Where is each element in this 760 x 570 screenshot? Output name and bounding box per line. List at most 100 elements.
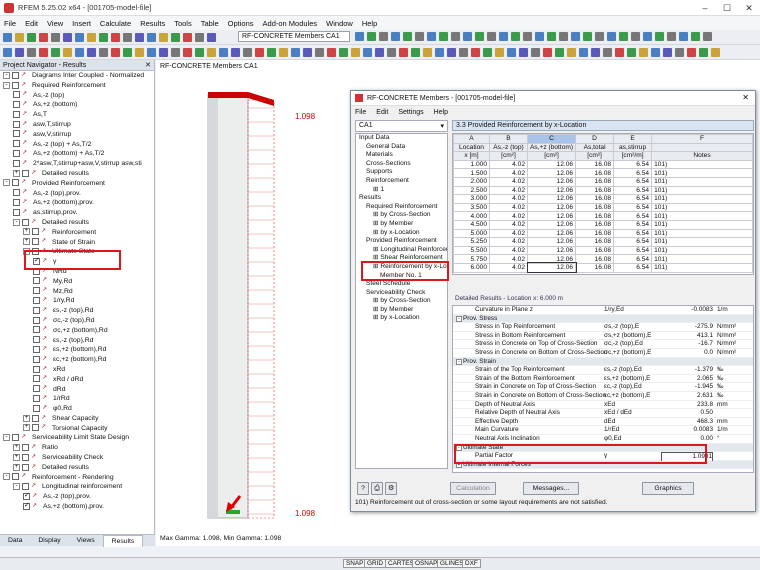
table-row[interactable]: 5.500 4.02 12.06 16.08 6.54 101)	[453, 245, 753, 256]
table-cell[interactable]: 16.08	[575, 168, 615, 178]
table-cell[interactable]: 16.08	[575, 159, 615, 170]
navigator-item[interactable]: ↗ εs,+z (bottom),Rd	[0, 345, 154, 355]
status-grid[interactable]: GRID	[364, 559, 386, 568]
checkbox[interactable]	[32, 424, 39, 432]
table-row[interactable]: 5.000 4.02 12.06 16.08 6.54 101)	[453, 228, 753, 239]
toolbar-tool-icon[interactable]	[703, 32, 712, 41]
table-cell[interactable]: 4.02	[489, 262, 528, 273]
dialog-tree-item[interactable]: Required Reinforcement	[356, 203, 447, 212]
collapse-icon[interactable]: -	[3, 71, 10, 79]
toolbar-tool-icon[interactable]	[267, 47, 276, 57]
dialog-tree-item[interactable]: ⊞ by x-Location	[356, 229, 447, 238]
toolbar-tool-icon[interactable]	[699, 47, 708, 57]
toolbar-tool-icon[interactable]	[171, 32, 180, 42]
checkbox[interactable]	[13, 91, 20, 99]
menu-file[interactable]: File	[4, 19, 16, 28]
table-row[interactable]: 3.500 4.02 12.06 16.08 6.54 101)	[453, 202, 753, 213]
expand-icon[interactable]: +	[23, 414, 30, 422]
table-cell[interactable]: 101)	[651, 254, 753, 264]
expand-icon[interactable]: +	[23, 238, 30, 246]
toolbar-tool-icon[interactable]	[363, 47, 372, 57]
navigator-item[interactable]: + ↗ Detailed results	[0, 169, 154, 179]
toolbar-tool-icon[interactable]	[27, 32, 36, 42]
checkbox[interactable]	[33, 306, 40, 314]
toolbar-tool-icon[interactable]	[87, 47, 96, 57]
table-cell[interactable]: 101)	[651, 168, 753, 178]
toolbar-tool-icon[interactable]	[619, 32, 628, 41]
checkbox[interactable]	[33, 346, 40, 354]
toolbar-tool-icon[interactable]	[571, 32, 580, 41]
table-cell[interactable]: 6.54	[613, 219, 653, 230]
table-cell[interactable]: 101)	[651, 159, 753, 170]
toolbar-tool-icon[interactable]	[667, 32, 676, 41]
table-row[interactable]: 1.000 4.02 12.06 16.08 6.54 101)	[453, 159, 753, 170]
graphics-button[interactable]: Graphics	[642, 482, 694, 495]
toolbar-tool-icon[interactable]	[411, 47, 420, 57]
checkbox[interactable]	[22, 483, 29, 491]
toolbar-tool-icon[interactable]	[159, 32, 168, 42]
table-cell[interactable]: 4.02	[489, 254, 528, 264]
navigator-item[interactable]: ↗ εs,-z (top),Rd	[0, 306, 154, 316]
checkbox[interactable]	[22, 218, 29, 226]
checkbox[interactable]	[23, 501, 30, 511]
toolbar-tool-icon[interactable]	[315, 47, 324, 57]
table-cell[interactable]: 6.54	[613, 254, 653, 264]
navigator-item[interactable]: ↗ φ0,Rd	[0, 404, 154, 414]
toolbar-tool-icon[interactable]	[487, 32, 496, 41]
table-cell[interactable]: 12.06	[526, 262, 577, 273]
toolbar-tool-icon[interactable]	[291, 47, 300, 57]
dialog-menu-edit[interactable]: Edit	[376, 109, 388, 116]
expand-icon[interactable]: +	[13, 453, 20, 461]
navigator-item[interactable]: ↗ xRd	[0, 365, 154, 375]
table-cell[interactable]: 1.000	[453, 159, 490, 170]
checkbox[interactable]	[33, 316, 40, 324]
navigator-item[interactable]: ↗ As,-z (top) + As,T/2	[0, 140, 154, 150]
table-cell[interactable]: 16.08	[575, 228, 615, 239]
navigator-item[interactable]: ↗ As,-z (top)	[0, 91, 154, 101]
table-row[interactable]: 5.250 4.02 12.06 16.08 6.54 101)	[453, 237, 753, 247]
toolbar-tool-icon[interactable]	[367, 32, 376, 41]
checkbox[interactable]	[33, 287, 40, 295]
menu-add-on-modules[interactable]: Add-on Modules	[263, 19, 318, 28]
toolbar-tool-icon[interactable]	[607, 32, 616, 41]
toolbar-tool-icon[interactable]	[379, 32, 388, 41]
table-cell[interactable]: 101)	[651, 228, 753, 239]
toolbar-tool-icon[interactable]	[147, 32, 156, 42]
table-cell[interactable]: 16.08	[575, 219, 615, 230]
toolbar-tool-icon[interactable]	[583, 32, 592, 41]
dialog-tree-item[interactable]: Provided Reinforcement	[356, 237, 447, 246]
table-cell[interactable]: 12.06	[526, 219, 577, 230]
toolbar-tool-icon[interactable]	[495, 47, 504, 57]
checkbox[interactable]	[32, 228, 39, 236]
column-letter[interactable]: A	[453, 134, 490, 144]
checkbox[interactable]	[13, 199, 20, 207]
tab-display[interactable]: Display	[30, 537, 68, 544]
table-cell[interactable]: 101)	[651, 237, 753, 247]
menu-tools[interactable]: Tools	[174, 19, 192, 28]
print-icon[interactable]: ⎙	[371, 482, 383, 495]
table-row[interactable]: 6.000 4.02 12.06 16.08 6.54 101)	[453, 262, 753, 273]
navigator-item[interactable]: ↗ σc,-z (top),Rd	[0, 316, 154, 326]
toolbar-tool-icon[interactable]	[679, 32, 688, 41]
toolbar-tool-icon[interactable]	[75, 47, 84, 57]
table-cell[interactable]: 101)	[651, 176, 753, 187]
case-select[interactable]: CA1 ▾	[355, 120, 448, 132]
checkbox[interactable]	[13, 130, 20, 138]
navigator-item[interactable]: - ↗ Required Reinforcement	[0, 81, 154, 91]
toolbar-tool-icon[interactable]	[219, 47, 228, 57]
checkbox[interactable]	[32, 414, 39, 422]
toolbar-tool-icon[interactable]	[519, 47, 528, 57]
table-cell[interactable]: 101)	[651, 262, 753, 273]
table-cell[interactable]: 12.06	[526, 168, 577, 178]
navigator-item[interactable]: ↗ σc,+z (bottom),Rd	[0, 326, 154, 336]
toolbar-tool-icon[interactable]	[643, 32, 652, 41]
navigator-item[interactable]: ↗ As,+z (bottom),prov.	[0, 501, 154, 512]
menu-results[interactable]: Results	[140, 19, 165, 28]
navigator-item[interactable]: ↗ As,T	[0, 110, 154, 120]
table-cell[interactable]: 6.54	[613, 159, 653, 170]
table-cell[interactable]: 1.500	[453, 168, 490, 178]
table-cell[interactable]: 6.54	[613, 168, 653, 178]
navigator-item[interactable]: + ↗ Shear Capacity	[0, 414, 154, 424]
toolbar-tool-icon[interactable]	[123, 32, 132, 42]
toolbar-tool-icon[interactable]	[27, 47, 36, 57]
